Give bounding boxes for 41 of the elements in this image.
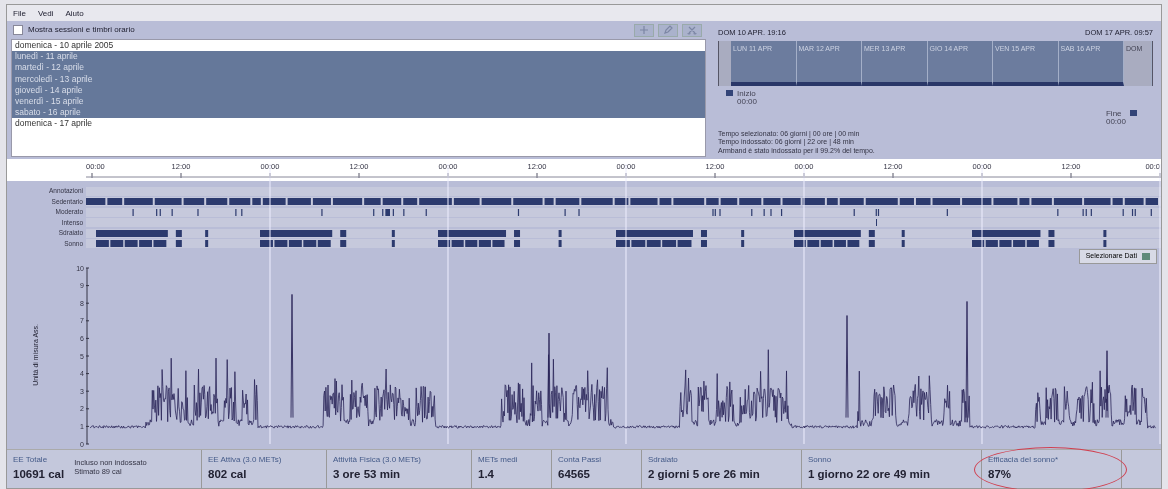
toolbar-button[interactable]: [658, 23, 678, 37]
start-handle[interactable]: [726, 89, 733, 96]
menu-item[interactable]: File: [13, 8, 26, 18]
stat-value: 802 cal: [208, 467, 248, 482]
end-handle[interactable]: [1130, 109, 1137, 116]
checkbox-label: Mostra sessioni e timbri orario: [28, 24, 135, 36]
day-list-item[interactable]: sabato - 16 aprile: [12, 107, 705, 119]
day-list-item[interactable]: domenica - 10 aprile 2005: [12, 40, 705, 52]
square-icon: [1142, 252, 1150, 260]
stat-value: 10691 cal: [13, 467, 65, 482]
plus-icon: [639, 25, 649, 35]
timeline-margin: [719, 41, 731, 86]
stat-label: Conta Passi: [558, 454, 602, 466]
stat-label: Attività Fisica (3.0 METs): [333, 454, 421, 466]
handle-time: 00:00: [1105, 117, 1126, 126]
stat-label: Sonno: [808, 454, 833, 466]
handle-label: Inizio: [737, 89, 757, 98]
stat-value: 2 giorni 5 ore 26 min: [648, 467, 760, 482]
stat-label: METs medi: [478, 454, 518, 466]
checkbox[interactable]: [13, 25, 23, 35]
stat-value: 87%: [988, 467, 1013, 482]
stat-value: 1 giorno 22 ore 49 min: [808, 467, 931, 482]
scissors-icon: [687, 25, 697, 35]
pencil-icon: [663, 25, 673, 35]
stat-label: Efficacia del sonno*: [988, 454, 1059, 466]
day-list-item[interactable]: lunedì - 11 aprile: [12, 51, 705, 63]
day-list-item[interactable]: martedì - 12 aprile: [12, 62, 705, 74]
stat-value: 3 ore 53 min: [333, 467, 402, 482]
stat-label: Sdraiato: [648, 454, 679, 466]
menu-item[interactable]: Aiuto: [65, 8, 84, 18]
day-list-item[interactable]: mercoledì - 13 aprile: [12, 73, 705, 85]
day-list-item[interactable]: domenica - 17 aprile: [12, 118, 705, 130]
handle-label: Fine: [1105, 109, 1123, 118]
stat-value: 64565: [558, 467, 591, 482]
stat-label: EE Totale: [13, 454, 49, 466]
stat-value: 1.4: [478, 467, 495, 482]
day-list-item[interactable]: giovedì - 14 aprile: [12, 84, 705, 96]
menu-item[interactable]: Vedi: [37, 8, 54, 18]
stat-label: EE Attiva (3.0 METs): [208, 454, 282, 466]
handle-time: 00:00: [737, 97, 758, 106]
toolbar-button[interactable]: [682, 23, 702, 37]
